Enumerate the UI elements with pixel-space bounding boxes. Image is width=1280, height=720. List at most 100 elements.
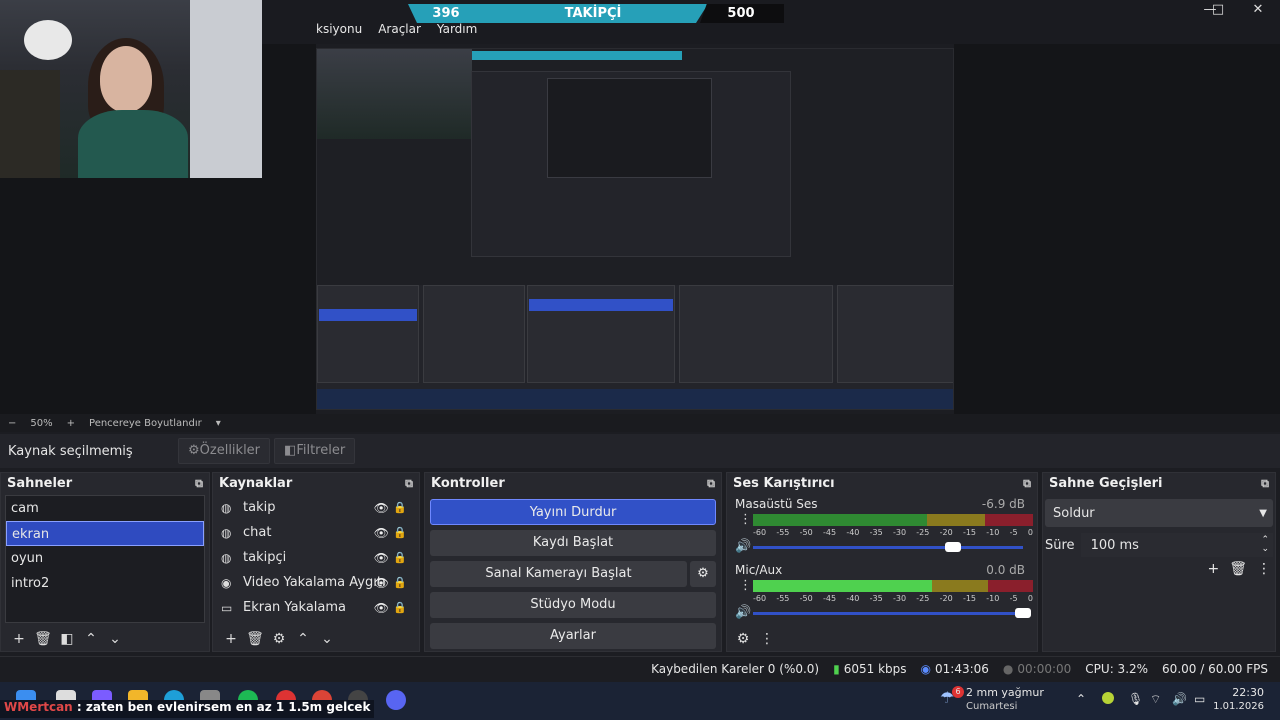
mixer-channel-mic: Mic/Aux 0.0 dB ⋮ -60 -55 -50 -45 -40 -35 -30 -2… <box>727 561 1037 627</box>
follower-goal: 500 <box>727 6 755 21</box>
source-item[interactable]: ◉ Video Yakalama Aygıtı 👁 🔒 <box>215 570 417 595</box>
source-item[interactable]: ◍ chat 👁 🔒 <box>215 520 417 545</box>
volume-icon[interactable]: 🔊 <box>1172 692 1187 706</box>
eye-icon[interactable]: 👁 <box>374 601 389 615</box>
zoom-fit-label[interactable]: Pencereye Boyutlandır <box>89 418 202 429</box>
trash-icon[interactable]: 🗑 <box>243 631 267 647</box>
menu-item-tools-partial[interactable]: ksiyonu <box>316 22 362 40</box>
follower-goal-bar: 396 TAKİPÇİ 500 <box>408 4 784 23</box>
preview-canvas[interactable] <box>0 178 316 414</box>
bitrate-icon: ▮ <box>833 661 840 676</box>
lock-icon[interactable]: 🔒 <box>393 576 407 589</box>
virtual-camera-settings-icon[interactable]: ⚙ <box>690 561 716 587</box>
studio-mode-button[interactable]: Stüdyo Modu <box>430 592 716 618</box>
mixer-settings-icon[interactable]: ⚙ <box>731 631 755 647</box>
sources-dock: Kaynaklar ⧉ ◍ takip 👁 🔒 ◍ chat 👁 🔒 ◍ takipçi 👁 🔒 ◉… <box>212 472 420 652</box>
source-item[interactable]: ◍ takipçi 👁 🔒 <box>215 545 417 570</box>
source-label: Ekran Yakalama <box>243 600 347 615</box>
volume-slider[interactable] <box>753 546 1023 549</box>
float-icon[interactable]: ⧉ <box>405 473 413 495</box>
trash-icon[interactable]: 🗑 <box>1229 561 1247 577</box>
microphone-icon[interactable]: 🎙 <box>1128 692 1143 706</box>
battery-icon[interactable]: ▭ <box>1194 692 1205 706</box>
zoom-dropdown-icon[interactable]: ▾ <box>216 418 221 429</box>
clock-date[interactable]: 1.01.2026 <box>1206 701 1264 712</box>
meter-tick: -10 <box>986 528 1000 537</box>
float-icon[interactable]: ⧉ <box>707 473 715 495</box>
speaker-icon[interactable]: 🔊 <box>735 539 751 554</box>
eye-icon[interactable]: 👁 <box>374 526 389 540</box>
more-icon[interactable]: ⋮ <box>755 631 779 647</box>
trash-icon[interactable]: 🗑 <box>31 631 55 647</box>
more-icon[interactable]: ⋮ <box>739 578 752 593</box>
move-down-icon[interactable]: ⌄ <box>315 631 339 647</box>
chevron-up-icon[interactable]: ⌃ <box>1076 692 1086 706</box>
virtual-camera-button[interactable]: Sanal Kamerayı Başlat <box>430 561 687 587</box>
no-source-selected: Kaynak seçilmemiş <box>8 443 133 459</box>
move-up-icon[interactable]: ⌃ <box>79 631 103 647</box>
add-icon[interactable]: + <box>7 631 31 647</box>
menu-item-tools[interactable]: Araçlar <box>378 22 421 40</box>
webcam-wall <box>190 0 262 178</box>
transition-select[interactable]: Soldur ▼ <box>1045 499 1273 527</box>
duration-input[interactable]: 100 ms ⌃ ⌄ <box>1080 533 1273 557</box>
float-icon[interactable]: ⧉ <box>195 473 203 495</box>
stop-stream-button[interactable]: Yayını Durdur <box>430 499 716 525</box>
scene-item-oyun[interactable]: oyun <box>6 546 204 571</box>
scene-item-ekran[interactable]: ekran <box>6 521 204 546</box>
add-icon[interactable]: + <box>1207 561 1219 577</box>
properties-button[interactable]: ⚙Özellikler <box>178 438 271 464</box>
zoom-in-icon[interactable]: + <box>67 418 75 429</box>
preview-side <box>954 44 1280 414</box>
source-toolbar: Kaynak seçilmemiş ⚙Özellikler ◧Filtreler <box>0 434 1280 468</box>
source-item[interactable]: ▭ Ekran Yakalama 👁 🔒 <box>215 595 417 620</box>
eye-icon[interactable]: 👁 <box>374 551 389 565</box>
eye-icon[interactable]: 👁 <box>374 501 389 515</box>
gear-icon[interactable]: ⚙ <box>267 631 291 647</box>
start-record-button[interactable]: Kaydı Başlat <box>430 530 716 556</box>
stepper-icon[interactable]: ⌃ ⌄ <box>1261 536 1269 554</box>
volume-slider[interactable] <box>753 612 1023 615</box>
speaker-icon[interactable]: 🔊 <box>735 605 751 620</box>
lock-icon[interactable]: 🔒 <box>393 526 407 539</box>
channel-db: -6.9 dB <box>981 497 1025 511</box>
clock-time[interactable]: 22:30 <box>1222 686 1264 699</box>
mixer-channel-desktop: Masaüstü Ses -6.9 dB ⋮ -60 -55 -50 -45 -40 -3… <box>727 495 1037 561</box>
meter-tick: -30 <box>892 528 907 537</box>
meter-tick: 0 <box>1027 528 1033 537</box>
chat-message: : zaten ben evlenirsem en az 1 1.5m gelc… <box>72 700 371 714</box>
eye-icon[interactable]: 👁 <box>374 576 389 590</box>
scene-item-cam[interactable]: cam <box>6 496 204 521</box>
weather-text: 2 mm yağmur <box>966 686 1044 699</box>
volume-knob[interactable] <box>945 542 961 552</box>
filter-icon[interactable]: ◧ <box>55 631 79 647</box>
discord-icon[interactable] <box>386 690 406 710</box>
move-down-icon[interactable]: ⌄ <box>103 631 127 647</box>
zoom-out-icon[interactable]: − <box>8 418 16 429</box>
meter-tick: -20 <box>939 594 953 603</box>
lock-icon[interactable]: 🔒 <box>393 601 407 614</box>
lock-icon[interactable]: 🔒 <box>393 551 407 564</box>
filters-button[interactable]: ◧Filtreler <box>274 438 356 464</box>
volume-knob[interactable] <box>1015 608 1031 618</box>
wifi-icon[interactable]: ⌔ <box>1150 692 1161 707</box>
maximize-icon[interactable]: □ <box>1198 0 1238 20</box>
fps: 60.00 / 60.00 FPS <box>1162 661 1268 676</box>
meter-tick: -25 <box>916 528 930 537</box>
menu-item-help[interactable]: Yardım <box>437 22 477 40</box>
tray-app-icon[interactable] <box>1102 692 1114 704</box>
source-label: takip <box>243 500 276 515</box>
float-icon[interactable]: ⧉ <box>1023 473 1031 495</box>
browser-icon: ◍ <box>221 550 232 565</box>
add-icon[interactable]: + <box>219 631 243 647</box>
scene-item-intro2[interactable]: intro2 <box>6 571 204 596</box>
close-icon[interactable]: ✕ <box>1238 0 1278 20</box>
more-icon[interactable]: ⋮ <box>739 512 752 527</box>
settings-button[interactable]: Ayarlar <box>430 623 716 649</box>
transition-type: Soldur <box>1053 505 1095 521</box>
float-icon[interactable]: ⧉ <box>1261 473 1269 495</box>
source-item[interactable]: ◍ takip 👁 🔒 <box>215 495 417 520</box>
move-up-icon[interactable]: ⌃ <box>291 631 315 647</box>
lock-icon[interactable]: 🔒 <box>393 501 407 514</box>
more-icon[interactable]: ⋮ <box>1257 561 1271 577</box>
